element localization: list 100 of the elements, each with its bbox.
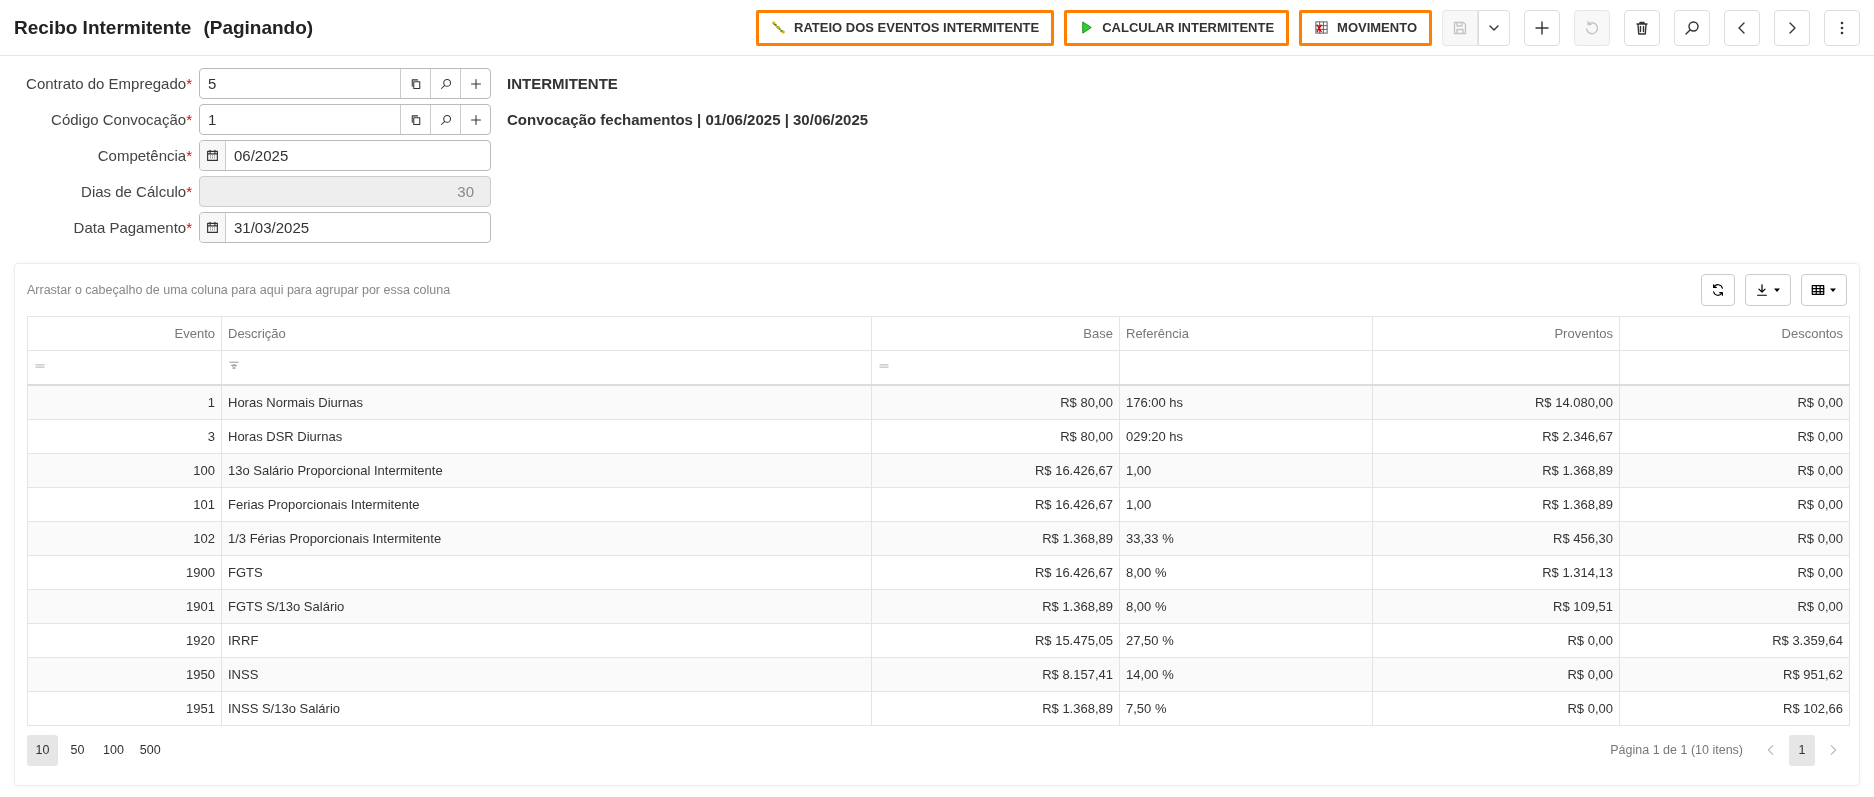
table-cell: FGTS S/13o Salário [221,589,872,624]
page-size-option[interactable]: 50 [62,734,93,766]
input-field: 30 [199,176,491,207]
field-label: Data Pagamento* [72,219,192,236]
input-field[interactable]: 06/2025 [199,140,491,171]
page-size-option[interactable]: 10 [27,734,58,766]
table-cell: R$ 1.368,89 [871,691,1120,726]
page-title: Recibo Intermitente [14,16,192,39]
table-cell: R$ 1.368,89 [1372,453,1620,488]
field-label: Código Convocação* [50,111,192,128]
table-cell: R$ 80,00 [871,419,1120,454]
filter-cell[interactable] [1119,350,1373,385]
download-icon [1755,283,1769,297]
column-header[interactable]: Referência [1119,316,1373,351]
column-header[interactable]: Evento [27,316,222,351]
table-cell: R$ 0,00 [1619,487,1850,522]
table-cell: R$ 1.314,13 [1372,555,1620,590]
input-field[interactable]: 31/03/2025 [199,212,491,243]
input-field[interactable]: 5 [199,68,491,99]
filter-cell[interactable] [1372,350,1620,385]
filter-cell[interactable] [27,350,222,385]
search-button[interactable] [1674,9,1710,46]
page-size-option[interactable]: 100 [97,734,130,766]
table-cell: INSS [221,657,872,692]
field-label: Competência* [96,147,192,164]
table-cell: 102 [27,521,222,556]
table-cell: R$ 8.157,41 [871,657,1120,692]
table-cell: 1 [27,385,222,420]
calendar-icon [206,149,219,162]
table-cell: R$ 951,62 [1619,657,1850,692]
chevron-down-button[interactable] [1478,9,1510,46]
info-text: INTERMITENTE [507,75,619,92]
table-cell: R$ 16.426,67 [871,487,1120,522]
table-cell: Horas Normais Diurnas [221,385,872,420]
table-cell: IRRF [221,623,872,658]
table-cell: R$ 0,00 [1619,419,1850,454]
action-button[interactable]: MOVIMENTO [1299,9,1432,46]
table-cell: R$ 0,00 [1619,453,1850,488]
copy-icon [409,113,422,126]
column-header[interactable]: Base [871,316,1120,351]
table-cell: 101 [27,487,222,522]
info-text: Convocação fechamentos | 01/06/2025 | 30/06/2025 [507,111,869,128]
page-button[interactable]: 1 [1789,734,1815,766]
table-cell: 7,50 % [1119,691,1373,726]
action-button[interactable]: RATEIO DOS EVENTOS INTERMITENTE [756,9,1055,46]
calendar-icon [206,221,219,234]
table-cell: R$ 15.475,05 [871,623,1120,658]
table-cell: R$ 3.359,64 [1619,623,1850,658]
more-button[interactable] [1824,9,1860,46]
undo-icon [1584,19,1600,36]
columns-button[interactable] [1801,274,1847,306]
plus-icon [1534,19,1550,36]
column-header[interactable]: Descontos [1619,316,1850,351]
chevron-right-button[interactable] [1774,9,1810,46]
table-cell: R$ 0,00 [1619,589,1850,624]
table-cell: 1920 [27,623,222,658]
plus-icon [469,77,482,90]
play-icon [1079,20,1095,35]
table-cell: INSS S/13o Salário [221,691,872,726]
table-cell: Ferias Proporcionais Intermitente [221,487,872,522]
table-cell: R$ 0,00 [1372,691,1620,726]
group-hint: Arrastar o cabeçalho de uma coluna para aqui para agrupar por essa coluna [27,283,452,297]
input-field[interactable]: 1 [199,104,491,135]
column-header[interactable]: Proventos [1372,316,1620,351]
table-cell: R$ 0,00 [1372,657,1620,692]
table-cell: 33,33 % [1119,521,1373,556]
action-button[interactable]: CALCULAR INTERMITENTE [1064,9,1290,46]
table-cell: Horas DSR Diurnas [221,419,872,454]
filter-icon [228,360,240,372]
refresh-button[interactable] [1701,274,1735,306]
table-cell: 1951 [27,691,222,726]
chevron-left-button[interactable] [1724,9,1760,46]
table-cell: 1,00 [1119,453,1373,488]
plus-button[interactable] [1524,9,1560,46]
table-cell: 13o Salário Proporcional Intermitente [221,453,872,488]
search-icon [1684,19,1700,36]
table-cell: R$ 0,00 [1619,521,1850,556]
delete-button[interactable] [1624,9,1660,46]
refresh-icon [1711,283,1725,297]
filter-cell[interactable] [221,350,872,385]
download-button[interactable] [1745,274,1791,306]
table-cell: R$ 1.368,89 [1372,487,1620,522]
table-cell: R$ 0,00 [1619,385,1850,420]
page-subtitle: (Paginando) [203,16,314,39]
column-header[interactable]: Descrição [221,316,872,351]
page-size-option[interactable]: 500 [133,734,167,766]
table-cell: R$ 109,51 [1372,589,1620,624]
table-cell: 1900 [27,555,222,590]
table-icon [1811,283,1825,297]
table-cell: R$ 16.426,67 [871,453,1120,488]
filter-cell[interactable] [871,350,1120,385]
search-icon [439,113,452,126]
table-cell: 14,00 % [1119,657,1373,692]
filter-cell[interactable] [1619,350,1850,385]
table-cell: 27,50 % [1119,623,1373,658]
table-cell: R$ 16.426,67 [871,555,1120,590]
delete-icon [1634,19,1650,36]
table-cell: 3 [27,419,222,454]
table-cell: 176:00 hs [1119,385,1373,420]
table-cell: R$ 102,66 [1619,691,1850,726]
